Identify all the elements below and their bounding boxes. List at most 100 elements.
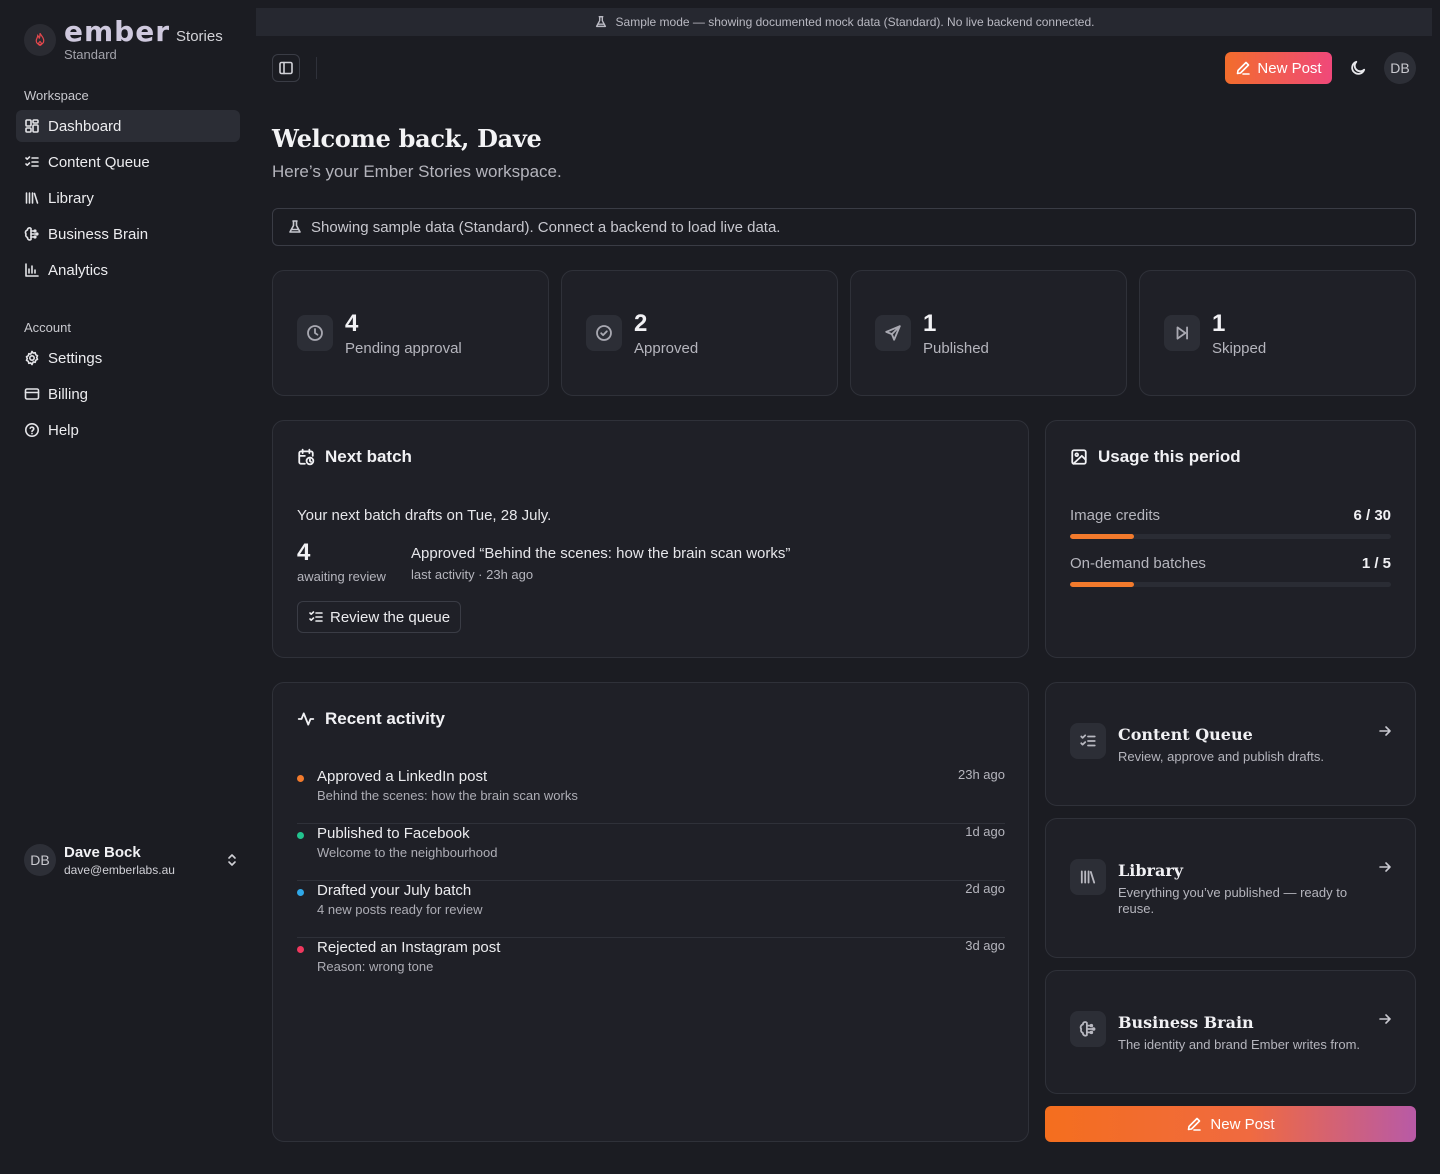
sidebar-item-business-brain[interactable]: Business Brain bbox=[16, 218, 240, 250]
credit-card-icon bbox=[24, 386, 40, 402]
stat-value: 1 bbox=[923, 309, 937, 337]
notice-text: Showing sample data (Standard). Connect … bbox=[311, 218, 781, 236]
sidebar-item-billing[interactable]: Billing bbox=[16, 378, 240, 410]
sidebar-item-label: Help bbox=[48, 421, 79, 439]
link-card-content-queue[interactable]: Content Queue Review, approve and publis… bbox=[1045, 682, 1416, 806]
new-post-label: New Post bbox=[1210, 1115, 1275, 1133]
pen-icon bbox=[1186, 1116, 1202, 1132]
sidebar-item-label: Business Brain bbox=[48, 225, 149, 243]
brand-plan: Standard bbox=[64, 47, 117, 62]
list-checks-icon bbox=[24, 154, 40, 170]
usage-label: Image credits bbox=[1070, 507, 1161, 524]
brain-icon bbox=[1070, 1011, 1106, 1047]
list-item[interactable]: Drafted your July batch 4 new posts read… bbox=[297, 881, 1005, 938]
workspace-nav: Workspace Dashboard Content Queue Librar… bbox=[16, 86, 240, 286]
clock-icon bbox=[297, 315, 333, 351]
stat-card-skipped[interactable]: 1 Skipped bbox=[1139, 270, 1416, 396]
activity-title: Drafted your July batch bbox=[317, 882, 472, 899]
list-item[interactable]: Rejected an Instagram post Reason: wrong… bbox=[297, 938, 1005, 995]
activity-desc: Welcome to the neighbourhood bbox=[317, 845, 498, 860]
card-title: Usage this period bbox=[1070, 447, 1241, 467]
activity-time: 2d ago bbox=[965, 881, 1005, 896]
link-card-title: Library bbox=[1118, 861, 1184, 880]
sidebar-item-label: Settings bbox=[48, 349, 103, 367]
link-card-library[interactable]: Library Everything you’ve published — re… bbox=[1045, 818, 1416, 958]
brand[interactable]: ember Stories Standard bbox=[24, 15, 223, 62]
account-nav: Account Settings Billing Help bbox=[16, 318, 240, 446]
status-dot bbox=[297, 946, 304, 953]
moon-icon bbox=[1349, 59, 1367, 77]
sample-data-notice: Showing sample data (Standard). Connect … bbox=[272, 208, 1416, 246]
activity-desc: 4 new posts ready for review bbox=[317, 902, 483, 917]
list-checks-icon bbox=[308, 609, 324, 625]
usage-progress-fill bbox=[1070, 582, 1135, 587]
status-dot bbox=[297, 832, 304, 839]
sidebar-item-label: Dashboard bbox=[48, 117, 122, 135]
stat-card-pending[interactable]: 4 Pending approval bbox=[272, 270, 549, 396]
stat-value: 2 bbox=[634, 309, 648, 337]
bar-chart-icon bbox=[24, 262, 40, 278]
stat-label: Approved bbox=[634, 339, 699, 357]
activity-list: Approved a LinkedIn post Behind the scen… bbox=[297, 767, 1005, 995]
activity-time: 1d ago bbox=[965, 824, 1005, 839]
link-card-business-brain[interactable]: Business Brain The identity and brand Em… bbox=[1045, 970, 1416, 1094]
new-post-button[interactable]: New Post bbox=[1045, 1106, 1416, 1142]
usage-progress-bar bbox=[1070, 534, 1391, 539]
recent-activity-card: Recent activity Approved a LinkedIn post… bbox=[272, 682, 1029, 1142]
page-subtitle: Here’s your Ember Stories workspace. bbox=[272, 162, 562, 181]
list-checks-icon bbox=[1070, 723, 1106, 759]
link-card-title: Business Brain bbox=[1118, 1013, 1254, 1032]
status-dot bbox=[297, 775, 304, 782]
user-menu[interactable]: DB Dave Bock dave@emberlabs.au bbox=[24, 840, 240, 880]
sidebar-item-dashboard[interactable]: Dashboard bbox=[16, 110, 240, 142]
sample-mode-banner: Sample mode — showing documented mock da… bbox=[256, 8, 1432, 36]
new-post-button[interactable]: New Post bbox=[1225, 52, 1332, 84]
card-title-text: Usage this period bbox=[1098, 447, 1241, 466]
flame-icon bbox=[24, 24, 56, 56]
activity-title: Rejected an Instagram post bbox=[317, 939, 501, 956]
stat-label: Skipped bbox=[1212, 339, 1267, 357]
image-icon bbox=[1070, 448, 1088, 466]
pen-icon bbox=[1235, 60, 1251, 76]
card-title-text: Recent activity bbox=[325, 709, 445, 728]
brand-product: Stories bbox=[176, 28, 223, 45]
card-title: Next batch bbox=[297, 447, 412, 467]
list-item[interactable]: Published to Facebook Welcome to the nei… bbox=[297, 824, 1005, 881]
stat-label: Pending approval bbox=[345, 339, 462, 357]
activity-icon bbox=[297, 710, 315, 728]
gear-icon bbox=[24, 350, 40, 366]
link-card-desc: Everything you’ve published — ready to r… bbox=[1118, 885, 1348, 916]
last-activity-text: Approved “Behind the scenes: how the bra… bbox=[411, 545, 791, 562]
stat-card-approved[interactable]: 2 Approved bbox=[561, 270, 838, 396]
user-email: dave@emberlabs.au bbox=[64, 862, 175, 877]
usage-label: On-demand batches bbox=[1070, 555, 1206, 572]
arrow-right-icon bbox=[1377, 723, 1393, 739]
sidebar-item-settings[interactable]: Settings bbox=[16, 342, 240, 374]
sidebar-item-library[interactable]: Library bbox=[16, 182, 240, 214]
awaiting-count: 4 bbox=[297, 539, 311, 566]
sidebar-item-analytics[interactable]: Analytics bbox=[16, 254, 240, 286]
usage-row-image-credits: Image credits 6 / 30 bbox=[1070, 507, 1391, 539]
flask-icon bbox=[287, 219, 303, 235]
stat-value: 4 bbox=[345, 309, 359, 337]
dashboard-icon bbox=[24, 118, 40, 134]
awaiting-label: awaiting review bbox=[297, 569, 386, 584]
review-queue-label: Review the queue bbox=[330, 608, 451, 626]
sidebar-toggle-button[interactable] bbox=[272, 54, 300, 82]
brand-name: ember bbox=[64, 15, 171, 48]
stat-label: Published bbox=[923, 339, 989, 357]
stat-card-published[interactable]: 1 Published bbox=[850, 270, 1127, 396]
sidebar-item-content-queue[interactable]: Content Queue bbox=[16, 146, 240, 178]
arrow-right-icon bbox=[1377, 1011, 1393, 1027]
avatar[interactable]: DB bbox=[1384, 52, 1416, 84]
usage-progress-bar bbox=[1070, 582, 1391, 587]
user-name: Dave Bock bbox=[64, 843, 141, 861]
link-card-desc: Review, approve and publish drafts. bbox=[1118, 749, 1324, 764]
activity-desc: Behind the scenes: how the brain scan wo… bbox=[317, 788, 578, 803]
review-queue-button[interactable]: Review the queue bbox=[297, 601, 462, 633]
sidebar-item-help[interactable]: Help bbox=[16, 414, 240, 446]
theme-toggle-button[interactable] bbox=[1342, 52, 1374, 84]
last-activity-time: last activity · 23h ago bbox=[411, 567, 534, 582]
list-item[interactable]: Approved a LinkedIn post Behind the scen… bbox=[297, 767, 1005, 824]
activity-title: Published to Facebook bbox=[317, 825, 470, 842]
